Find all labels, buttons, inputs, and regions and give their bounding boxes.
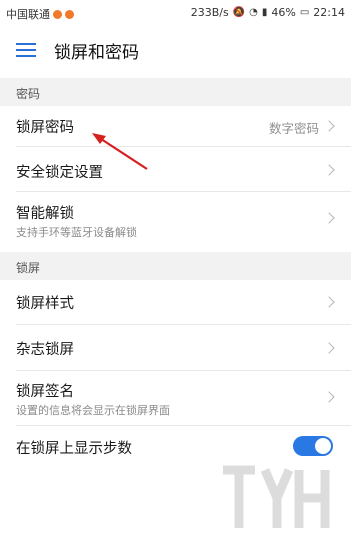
watermark-logo	[223, 465, 330, 528]
